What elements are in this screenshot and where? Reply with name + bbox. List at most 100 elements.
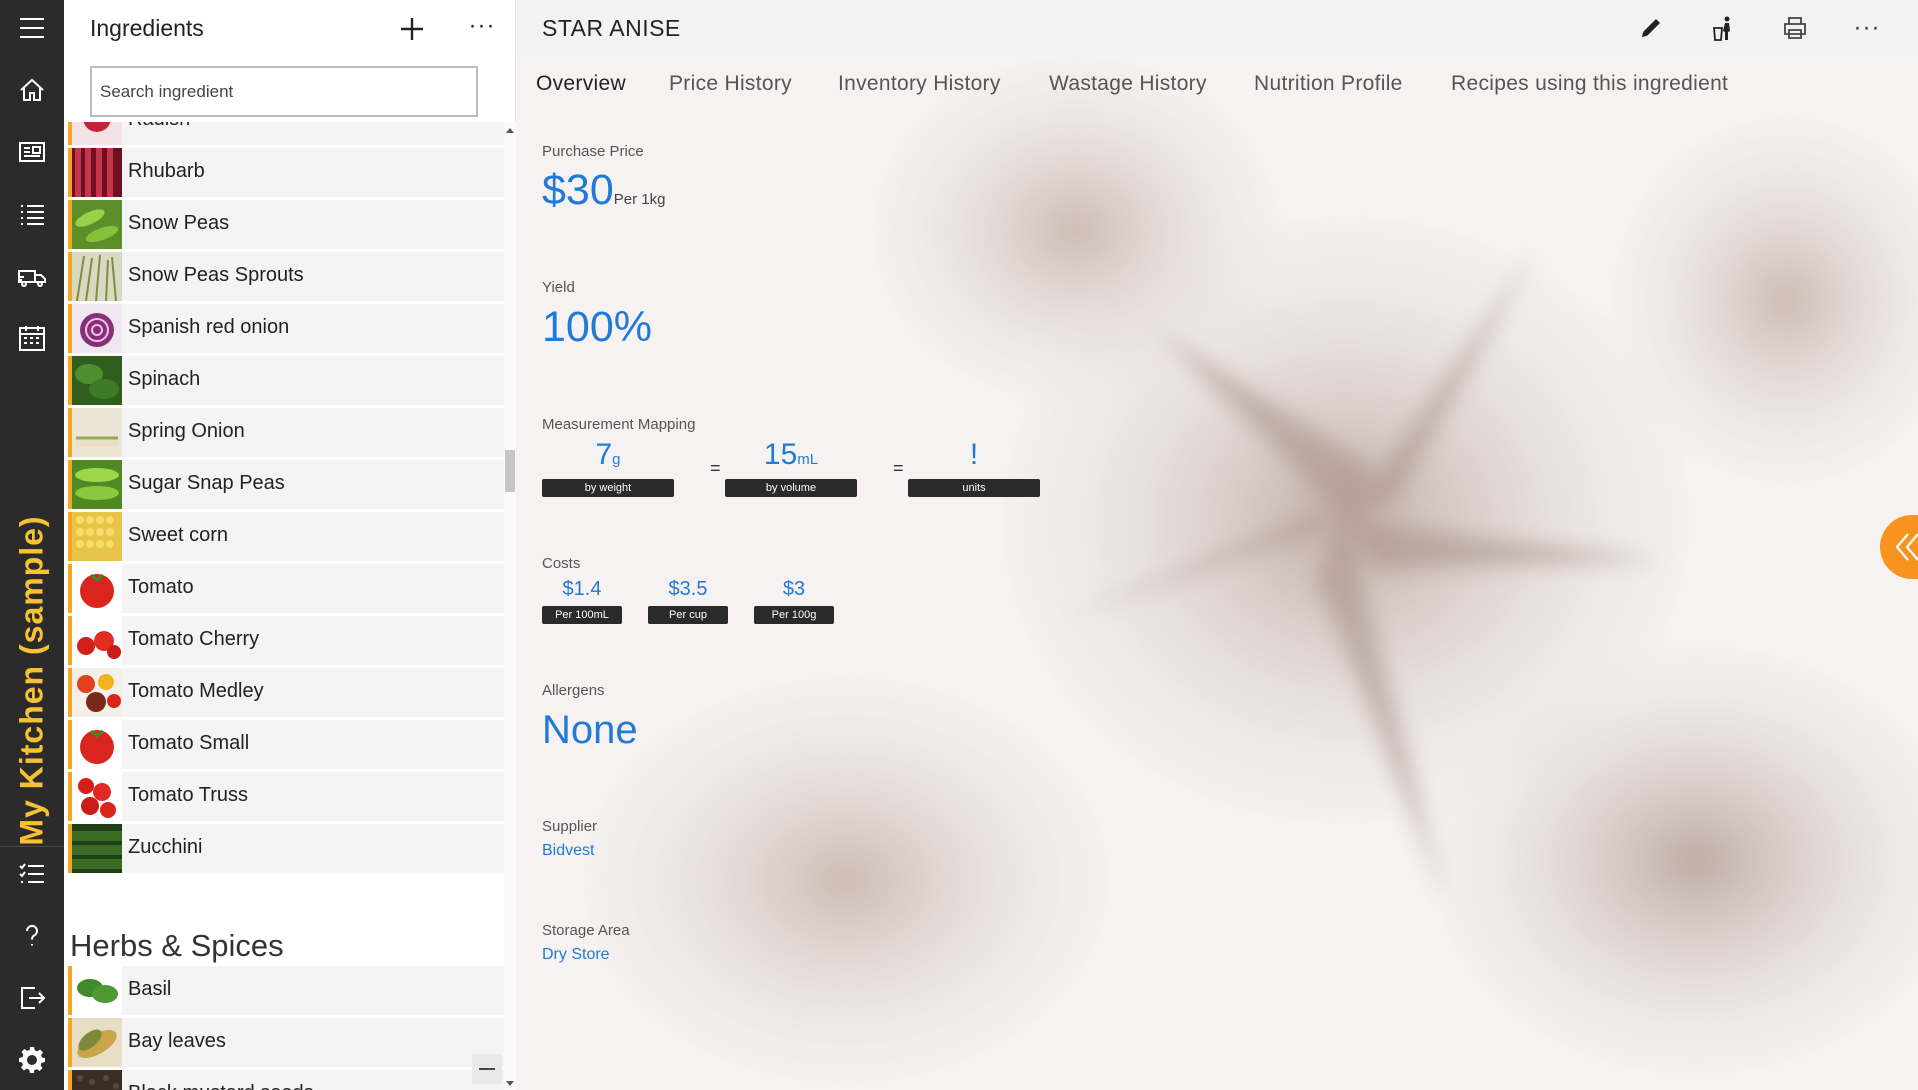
list-item[interactable]: Snow Peas Sprouts xyxy=(68,252,504,301)
mapping-weight-tag: by weight xyxy=(542,479,674,497)
list-item[interactable]: Spanish red onion xyxy=(68,304,504,353)
list-item[interactable]: Basil xyxy=(68,966,504,1015)
allergens-value: None xyxy=(542,708,638,752)
mapping-units-value[interactable]: ! xyxy=(908,438,1040,472)
delivery-truck-icon[interactable] xyxy=(0,250,64,302)
tab-wastage-history[interactable]: Wastage History xyxy=(1049,72,1207,96)
tab-price-history[interactable]: Price History xyxy=(669,72,792,96)
pane-title: Ingredients xyxy=(90,15,204,41)
list-scrollbar[interactable] xyxy=(504,122,516,1090)
mapping-weight-value[interactable]: 7g xyxy=(542,438,674,472)
menu-icon[interactable] xyxy=(0,2,64,54)
item-thumbnail xyxy=(72,200,122,249)
tab-inventory-history[interactable]: Inventory History xyxy=(838,72,1001,96)
item-thumbnail xyxy=(72,772,122,821)
list-item[interactable]: Spinach xyxy=(68,356,504,405)
mapping-volume-value[interactable]: 15mL xyxy=(725,438,857,472)
calendar-icon[interactable] xyxy=(0,312,64,364)
ingredient-items: Radish Rhubarb Snow Peas Snow Peas Sprouts… xyxy=(68,122,504,1090)
yield-value: 100% xyxy=(542,303,652,351)
item-thumbnail xyxy=(72,1070,122,1090)
purchase-price-unit: Per 1kg xyxy=(613,191,666,208)
scroll-up-arrow[interactable] xyxy=(506,128,514,133)
cost-per-cup-tag: Per cup xyxy=(648,606,728,624)
list-item[interactable]: Tomato Medley xyxy=(68,668,504,717)
collapse-button[interactable] xyxy=(472,1054,502,1084)
minus-icon xyxy=(479,1068,495,1070)
item-thumbnail xyxy=(72,616,122,665)
item-thumbnail xyxy=(72,824,122,873)
list-icon[interactable] xyxy=(0,188,64,240)
ingredient-title: STAR ANISE xyxy=(542,15,681,41)
tab-recipes-using[interactable]: Recipes using this ingredient xyxy=(1451,72,1728,96)
list-item[interactable]: Tomato xyxy=(68,564,504,613)
item-thumbnail xyxy=(72,408,122,457)
item-thumbnail xyxy=(72,252,122,301)
item-thumbnail xyxy=(72,720,122,769)
edit-button[interactable] xyxy=(1626,8,1676,48)
list-item[interactable]: Black mustard seeds xyxy=(68,1070,504,1090)
list-item[interactable]: Tomato Truss xyxy=(68,772,504,821)
mapping-weight-number: 7 xyxy=(595,438,613,471)
supplier-link[interactable]: Bidvest xyxy=(542,842,594,860)
list-item[interactable]: Rhubarb xyxy=(68,148,504,197)
tab-nutrition-profile[interactable]: Nutrition Profile xyxy=(1254,72,1403,96)
storage-area-label: Storage Area xyxy=(542,922,630,939)
mapping-volume-tag: by volume xyxy=(725,479,857,497)
list-item[interactable]: Sugar Snap Peas xyxy=(68,460,504,509)
detail-toolbar: STAR ANISE ··· xyxy=(516,0,1918,56)
item-thumbnail xyxy=(72,1018,122,1067)
discard-button[interactable] xyxy=(1698,8,1748,48)
tab-overview[interactable]: Overview xyxy=(536,72,626,96)
item-label: Sugar Snap Peas xyxy=(128,472,285,494)
item-thumbnail xyxy=(72,356,122,405)
recipes-icon[interactable] xyxy=(0,126,64,178)
item-label: Bay leaves xyxy=(128,1030,226,1052)
item-label: Tomato Truss xyxy=(128,784,249,806)
help-icon[interactable] xyxy=(0,910,64,962)
mapping-volume-unit: mL xyxy=(797,451,819,468)
scroll-thumb[interactable] xyxy=(505,450,515,492)
list-item[interactable]: Radish xyxy=(68,122,504,145)
list-item[interactable]: Tomato Small xyxy=(68,720,504,769)
equals-sign: = xyxy=(710,458,721,478)
cost-per-100g-value: $3 xyxy=(782,578,806,600)
storage-area-link[interactable]: Dry Store xyxy=(542,946,610,964)
print-icon xyxy=(1784,17,1806,39)
list-item[interactable]: Bay leaves xyxy=(68,1018,504,1067)
list-item[interactable]: Tomato Cherry xyxy=(68,616,504,665)
rail-divider xyxy=(0,846,64,847)
allergens-label: Allergens xyxy=(542,682,605,699)
settings-icon[interactable] xyxy=(0,1034,64,1086)
detail-more-button[interactable]: ··· xyxy=(1842,8,1892,48)
item-label: Basil xyxy=(128,978,172,1000)
scroll-down-arrow[interactable] xyxy=(506,1081,514,1086)
cost-per-100g-tag: Per 100g xyxy=(754,606,834,624)
chevron-left-icon xyxy=(1895,533,1918,561)
print-button[interactable] xyxy=(1770,8,1820,48)
add-ingredient-button[interactable] xyxy=(390,8,434,50)
list-item[interactable]: Spring Onion xyxy=(68,408,504,457)
item-label: Zucchini xyxy=(128,836,203,858)
item-thumbnail xyxy=(72,966,122,1015)
list-item[interactable]: Zucchini xyxy=(68,824,504,873)
cost-per-100ml-tag: Per 100mL xyxy=(542,606,622,624)
cost-per-cup-value: $3.5 xyxy=(668,578,708,600)
item-label: Spanish red onion xyxy=(128,316,290,338)
pencil-icon xyxy=(1642,19,1660,37)
list-item[interactable]: Snow Peas xyxy=(68,200,504,249)
item-label: Snow Peas Sprouts xyxy=(128,264,304,286)
item-label: Spring Onion xyxy=(128,420,245,442)
pane-more-button[interactable]: ··· xyxy=(460,8,504,50)
search-input[interactable] xyxy=(90,66,478,117)
item-label: Black mustard seeds xyxy=(128,1082,314,1090)
item-label: Spinach xyxy=(128,368,201,390)
logout-icon[interactable] xyxy=(0,972,64,1024)
item-thumbnail xyxy=(72,304,122,353)
kitchen-name-label: My Kitchen (sample) xyxy=(13,514,50,846)
checklist-icon[interactable] xyxy=(0,848,64,900)
equals-sign: = xyxy=(893,458,904,478)
list-item[interactable]: Sweet corn xyxy=(68,512,504,561)
item-thumbnail xyxy=(72,512,122,561)
home-icon[interactable] xyxy=(0,64,64,116)
